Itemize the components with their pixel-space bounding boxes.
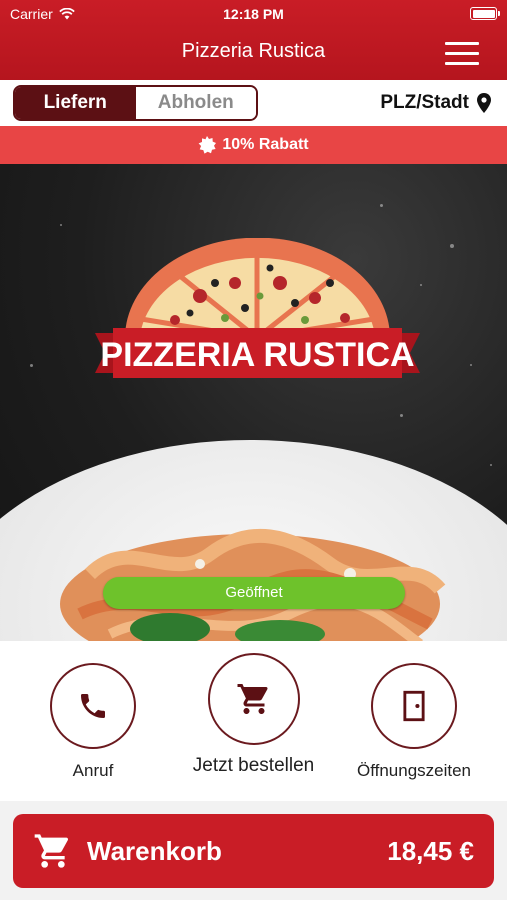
logo-text: PIZZERIA RUSTICA (100, 336, 414, 374)
location-label: PLZ/Stadt (380, 92, 469, 113)
pickup-tab[interactable]: Abholen (135, 87, 256, 119)
door-icon (403, 690, 425, 722)
page-title: Pizzeria Rustica (181, 40, 326, 62)
phone-icon (81, 694, 105, 718)
cart-area: Warenkorb 18,45 € (0, 801, 507, 900)
hours-button[interactable] (371, 663, 457, 749)
badge-icon (198, 136, 217, 154)
order-label: Jetzt bestellen (192, 755, 315, 776)
order-button[interactable] (207, 653, 300, 745)
call-button[interactable] (50, 663, 136, 749)
cart-total: 18,45 € (387, 835, 474, 866)
pasta-image (60, 528, 446, 641)
hero-image: PIZZERIA RUSTICA (0, 164, 507, 641)
discount-banner[interactable]: 10% Rabatt (0, 126, 507, 164)
cart-button[interactable]: Warenkorb 18,45 € (13, 814, 494, 888)
open-status-badge: Geöffnet (103, 577, 405, 609)
hours-action[interactable]: Öffnungszeiten (350, 663, 478, 781)
battery-icon (470, 7, 500, 20)
status-bar: Carrier 12:18 PM (0, 0, 507, 28)
hamburger-menu-icon[interactable] (445, 42, 479, 66)
map-pin-icon (477, 93, 491, 113)
discount-label: 10% Rabatt (222, 136, 309, 153)
clock: 12:18 PM (223, 6, 284, 22)
order-mode-row: Liefern Abholen PLZ/Stadt (0, 80, 507, 126)
action-bar: Anruf Jetzt bestellen Öffnungszeiten (0, 641, 507, 801)
call-label: Anruf (72, 761, 114, 780)
cart-icon (34, 834, 68, 868)
location-selector[interactable]: PLZ/Stadt (380, 92, 491, 114)
hours-label: Öffnungszeiten (356, 761, 472, 780)
order-mode-toggle: Liefern Abholen (13, 85, 258, 121)
call-action[interactable]: Anruf (50, 663, 136, 781)
deliver-tab[interactable]: Liefern (15, 87, 136, 119)
pizzeria-logo: PIZZERIA RUSTICA (95, 238, 420, 378)
cart-icon (237, 684, 267, 714)
order-action[interactable]: Jetzt bestellen (160, 653, 347, 777)
cart-label: Warenkorb (87, 835, 222, 866)
top-bar: Carrier 12:18 PM Pizzeria Rustica (0, 0, 507, 80)
